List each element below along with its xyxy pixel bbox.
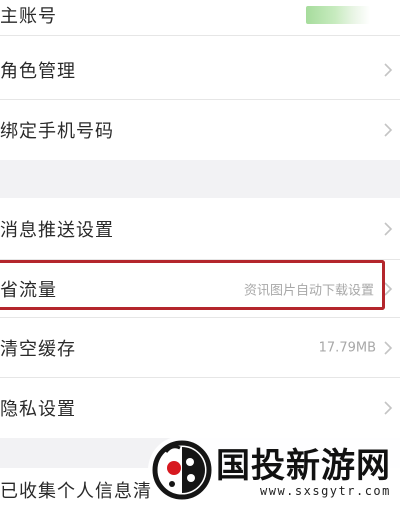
highlight-box bbox=[0, 260, 385, 310]
settings-row-bind-phone[interactable]: 绑定手机号码 bbox=[0, 100, 400, 160]
section-divider bbox=[0, 160, 400, 198]
site-watermark: 国投新游网 www.sxsgytr.com bbox=[148, 436, 400, 505]
chevron-right-icon bbox=[384, 401, 393, 415]
chevron-right-icon bbox=[384, 62, 393, 77]
settings-row-privacy[interactable]: 隐私设置 bbox=[0, 378, 400, 438]
settings-row-clear-cache[interactable]: 清空缓存 17.79MB bbox=[0, 318, 400, 378]
main-account-label: 主账号 bbox=[0, 5, 57, 27]
role-management-label: 角色管理 bbox=[0, 60, 76, 82]
cache-size-value: 17.79MB bbox=[318, 340, 376, 355]
settings-row-main-account[interactable]: 主账号 bbox=[0, 0, 400, 36]
clear-cache-label: 清空缓存 bbox=[0, 338, 76, 360]
settings-screen: 主账号 角色管理 绑定手机号码 消息推送设置 省流量 资讯图片自动下载设置 清空… bbox=[0, 0, 400, 505]
account-avatar-blurred bbox=[306, 6, 370, 24]
watermark-title: 国投新游网 bbox=[216, 446, 391, 486]
watermark-url: www.sxsgytr.com bbox=[260, 484, 391, 498]
chevron-right-icon bbox=[384, 123, 393, 137]
ladybug-logo-icon bbox=[152, 440, 212, 500]
bind-phone-label: 绑定手机号码 bbox=[0, 121, 114, 142]
privacy-label: 隐私设置 bbox=[0, 399, 76, 420]
chevron-right-icon bbox=[384, 221, 393, 236]
push-settings-label: 消息推送设置 bbox=[0, 219, 114, 241]
personal-info-label: 已收集个人信息清 bbox=[0, 481, 152, 502]
settings-row-role-management[interactable]: 角色管理 bbox=[0, 40, 400, 100]
settings-row-push-settings[interactable]: 消息推送设置 bbox=[0, 198, 400, 260]
chevron-right-icon bbox=[384, 340, 393, 355]
